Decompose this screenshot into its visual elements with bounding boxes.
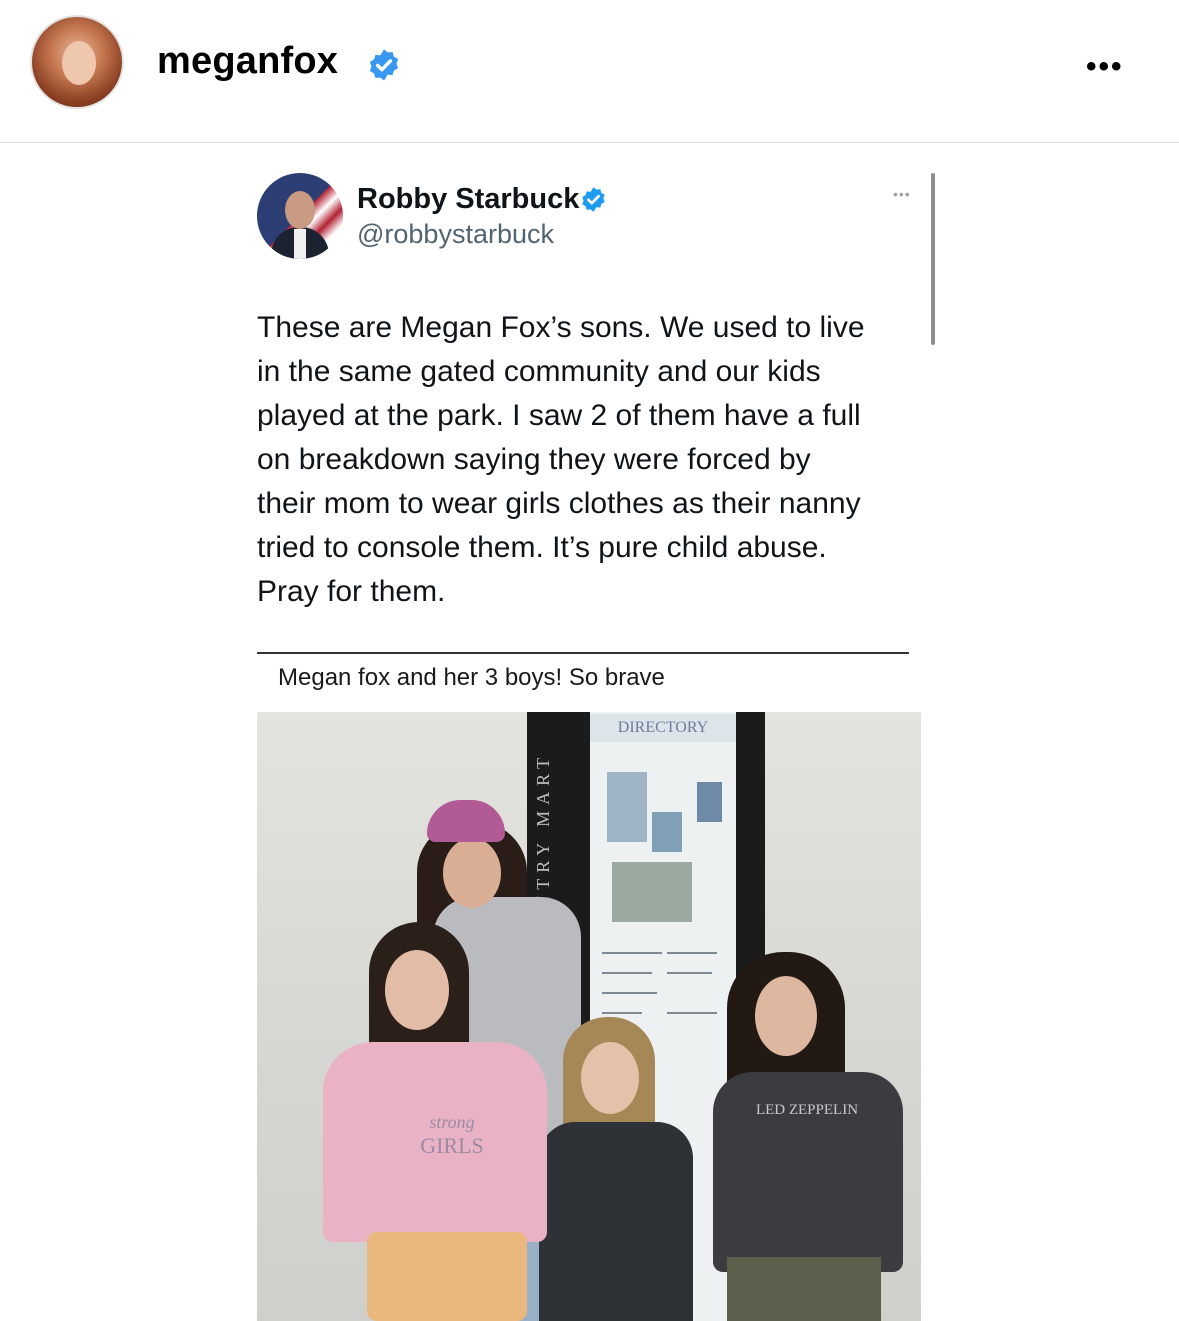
tweet-author-avatar (257, 173, 343, 259)
shirt-print: LED ZEPPELIN (755, 1102, 859, 1118)
profile-avatar[interactable] (30, 15, 124, 109)
shirt-print-line: GIRLS (420, 1133, 484, 1158)
map-block (612, 862, 692, 922)
verified-badge-icon (369, 49, 399, 81)
map-line (602, 992, 657, 994)
directory-title: DIRECTORY (590, 714, 736, 742)
avatar-head (285, 191, 315, 229)
child-face (581, 1042, 639, 1114)
map-line (667, 952, 717, 954)
child-pants (727, 1257, 881, 1321)
child-shirt (539, 1122, 693, 1321)
quote-divider (257, 652, 909, 654)
map-block (697, 782, 722, 822)
pillar-sign-text: NTRY MART (533, 752, 553, 909)
tweet-verified-icon (582, 187, 605, 212)
tweet-more-icon: ••• (893, 186, 911, 202)
more-options-icon[interactable]: ••• (1086, 50, 1124, 84)
child-shorts (367, 1232, 527, 1321)
quoted-photo: NTRY MART DIRECTORY LED ZEPPELIN strong … (257, 712, 921, 1321)
quoted-caption: Megan fox and her 3 boys! So brave (278, 664, 665, 691)
child-face (385, 950, 449, 1030)
avatar-shirt (294, 229, 306, 259)
tweet-author-handle: @robbystarbuck (357, 219, 554, 249)
avatar-face (62, 41, 96, 85)
map-line (602, 972, 652, 974)
child-face (755, 976, 817, 1056)
map-line (667, 972, 712, 974)
post-header: meganfox ••• (0, 0, 1179, 142)
map-block (652, 812, 682, 852)
shirt-print: strong GIRLS (397, 1112, 507, 1159)
map-line (602, 1012, 642, 1014)
shirt-print-line: strong (429, 1112, 475, 1132)
person-face (443, 838, 501, 908)
tweet-text: These are Megan Fox’s sons. We used to l… (257, 311, 865, 608)
map-line (602, 952, 662, 954)
map-line (667, 1012, 717, 1014)
username[interactable]: meganfox (157, 40, 338, 83)
map-block (607, 772, 647, 842)
tweet-author-name: Robby Starbuck (357, 183, 580, 215)
